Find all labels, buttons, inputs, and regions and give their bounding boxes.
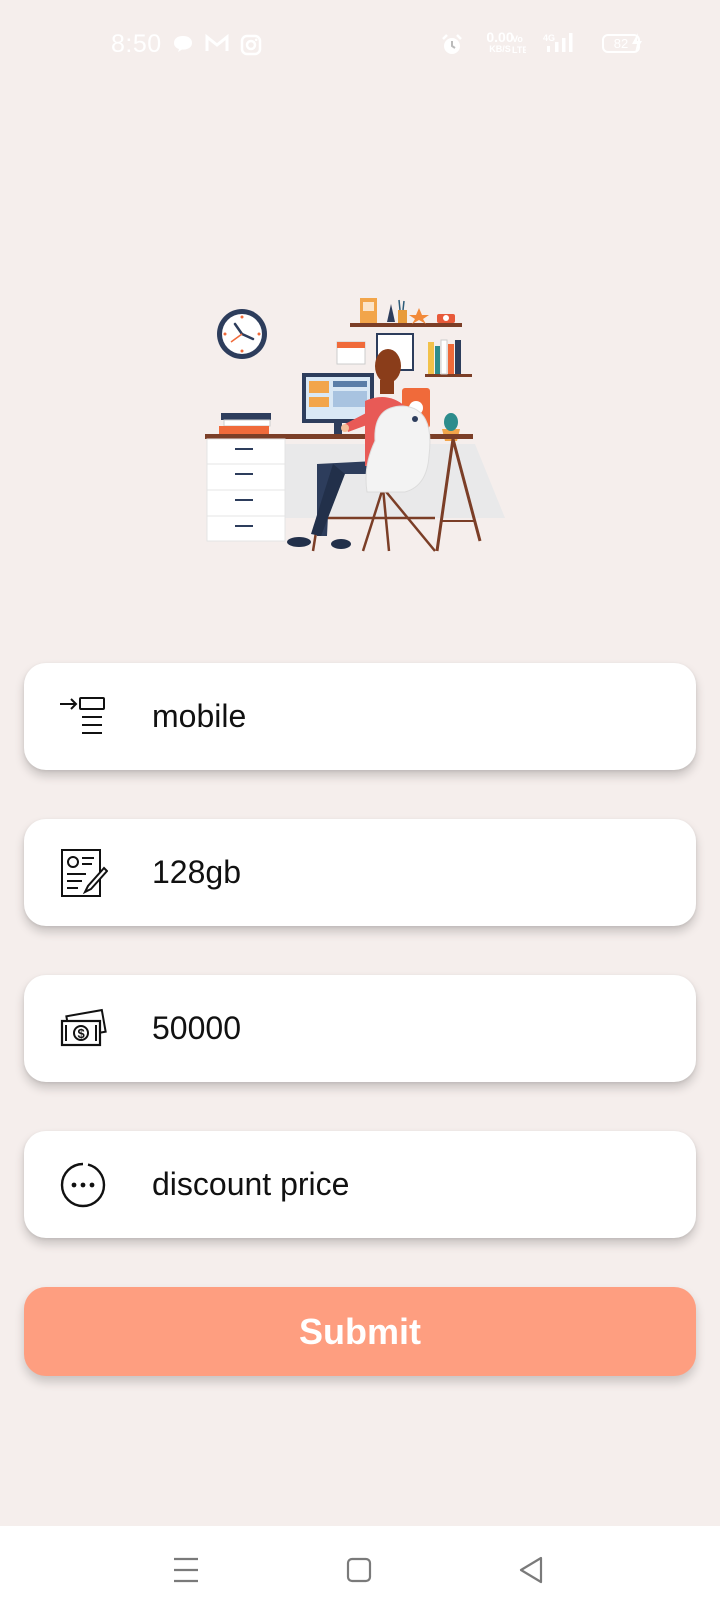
product-price-field[interactable]: $ 50000 (24, 975, 696, 1082)
product-spec-value: 128gb (152, 854, 241, 890)
alarm-icon (442, 34, 462, 54)
chat-bubble-icon (174, 36, 192, 52)
svg-text:4G: 4G (543, 33, 555, 43)
status-time: 8:50 (111, 30, 162, 58)
signal-4g-icon: 4G (543, 33, 573, 52)
svg-text:$: $ (78, 1026, 86, 1041)
svg-text:Vo: Vo (512, 34, 523, 44)
status-bar: 8:50 0.00 KB/S Vo LTE 4G 82 (0, 0, 720, 90)
charging-icon (632, 33, 642, 53)
product-spec-field[interactable]: 128gb (24, 819, 696, 926)
input-list-icon (60, 697, 105, 734)
more-dots-circle-icon (60, 1162, 106, 1208)
person-at-desk-illustration (205, 298, 505, 552)
volte-icon: Vo LTE (512, 34, 526, 55)
spec-document-icon (61, 849, 108, 897)
menu-icon[interactable] (166, 1550, 206, 1590)
submit-button[interactable]: Submit (24, 1287, 696, 1376)
instagram-icon (240, 34, 262, 56)
product-price-value: 50000 (152, 1010, 241, 1046)
home-square-icon[interactable] (339, 1550, 379, 1590)
gmail-icon (205, 34, 229, 51)
discount-price-value: discount price (152, 1166, 350, 1202)
navigation-bar (0, 1526, 720, 1612)
product-name-value: mobile (152, 698, 247, 734)
cash-icon: $ (60, 1008, 107, 1047)
svg-text:LTE: LTE (512, 45, 526, 55)
product-name-field[interactable]: mobile (24, 663, 696, 770)
back-triangle-icon[interactable] (512, 1550, 552, 1590)
discount-price-field[interactable]: discount price (24, 1131, 696, 1238)
